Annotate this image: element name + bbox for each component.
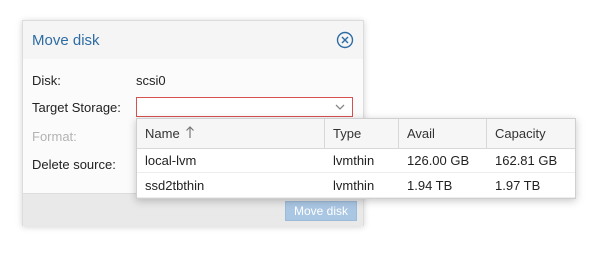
disk-value: scsi0: [136, 73, 166, 88]
close-circle-icon[interactable]: [336, 31, 354, 49]
target-storage-combobox[interactable]: [136, 97, 353, 117]
column-header-avail[interactable]: Avail: [399, 119, 487, 148]
cell-capacity: 1.97 TB: [495, 178, 541, 193]
cell-avail: 1.94 TB: [407, 178, 453, 193]
cell-name: local-lvm: [145, 153, 197, 168]
column-header-name-label: Name: [145, 126, 180, 141]
cell-avail: 126.00 GB: [407, 153, 470, 168]
column-header-type[interactable]: Type: [325, 119, 399, 148]
sort-ascending-icon: [185, 126, 194, 138]
delete-source-label: Delete source:: [32, 157, 116, 172]
column-header-capacity-label: Capacity: [495, 126, 546, 141]
move-disk-button[interactable]: Move disk: [285, 201, 357, 221]
table-row[interactable]: local-lvm lvmthin 126.00 GB 162.81 GB: [137, 148, 575, 173]
cell-type: lvmthin: [333, 178, 375, 193]
storage-picker-grid: Name Type Avail Capacity local-lvm lvmth…: [136, 118, 576, 199]
column-header-avail-label: Avail: [407, 126, 435, 141]
column-header-capacity[interactable]: Capacity: [487, 119, 575, 148]
disk-label: Disk:: [32, 73, 61, 88]
dialog-header: Move disk: [23, 21, 363, 59]
cell-name: ssd2tbthin: [145, 178, 205, 193]
format-label: Format:: [32, 129, 77, 144]
grid-header: Name Type Avail Capacity: [137, 119, 575, 149]
column-header-type-label: Type: [333, 126, 362, 141]
column-header-name[interactable]: Name: [137, 119, 325, 148]
target-storage-label: Target Storage:: [32, 100, 121, 115]
table-row[interactable]: ssd2tbthin lvmthin 1.94 TB 1.97 TB: [137, 173, 575, 198]
cell-capacity: 162.81 GB: [495, 153, 558, 168]
chevron-down-icon[interactable]: [334, 101, 346, 113]
dialog-title: Move disk: [32, 32, 100, 49]
cell-type: lvmthin: [333, 153, 375, 168]
